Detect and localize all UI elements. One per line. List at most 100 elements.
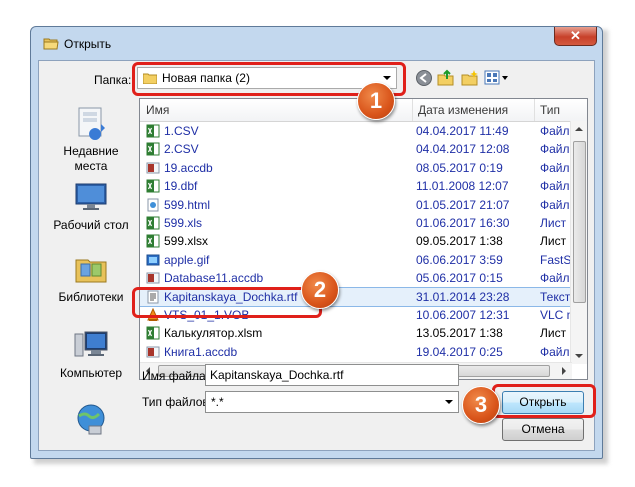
filetype-label: Тип файлов: xyxy=(142,395,213,409)
place-desktop[interactable]: Рабочий стол xyxy=(46,180,136,233)
file-date: 19.04.2017 0:25 xyxy=(416,344,503,359)
window-title: Открыть xyxy=(64,37,112,51)
place-label: Недавние места xyxy=(63,144,119,173)
access-icon xyxy=(146,161,160,175)
file-row[interactable]: 599.xlsx 09.05.2017 1:38 Лист M xyxy=(140,232,572,250)
step-badge-2: 2 xyxy=(301,271,339,309)
file-type: Файл ' xyxy=(540,160,572,175)
file-date: 01.06.2017 16:30 xyxy=(416,215,510,230)
excel-icon xyxy=(146,179,160,193)
excel-icon xyxy=(146,216,160,230)
file-name: Книга1.accdb xyxy=(164,344,238,359)
filetype-value: *.* xyxy=(211,395,224,409)
file-type: Файл M xyxy=(540,124,572,138)
file-list: Имя Дата изменения Тип 1.CSV 04.04.2017 1… xyxy=(139,98,588,380)
recent-places-icon xyxy=(78,107,105,140)
file-row[interactable]: apple.gif 06.06.2017 3:59 FastSto xyxy=(140,251,572,269)
step-badge-3: 3 xyxy=(462,386,500,424)
folder-label: Папка: xyxy=(94,73,132,87)
scroll-up-icon[interactable] xyxy=(575,127,583,131)
access-icon xyxy=(146,345,160,359)
file-type: Файл M xyxy=(540,142,572,157)
place-label: Библиотеки xyxy=(58,290,124,304)
access-icon xyxy=(146,271,160,285)
column-type[interactable]: Тип xyxy=(540,103,560,117)
file-row[interactable]: Книга1.accdb 19.04.2017 0:25 Файл ' xyxy=(140,343,572,361)
folder-open-icon xyxy=(43,38,59,50)
file-row[interactable]: 19.dbf 11.01.2008 12:07 Файл ' xyxy=(140,177,572,195)
file-date: 11.01.2008 12:07 xyxy=(416,179,509,194)
file-type: Файл ' xyxy=(540,197,572,212)
file-row[interactable]: Database11.accdb 05.06.2017 0:15 Файл ' xyxy=(140,269,572,287)
place-recent[interactable]: Недавние места xyxy=(46,106,136,174)
file-date: 06.06.2017 3:59 xyxy=(416,252,503,267)
file-rows: 1.CSV 04.04.2017 11:49 Файл M 2.CSV 04.04.20… xyxy=(140,122,573,361)
file-type: VLC m xyxy=(540,307,572,322)
title-bar[interactable]: Открыть ✕ xyxy=(31,27,602,61)
back-icon[interactable] xyxy=(415,69,433,87)
image-icon xyxy=(146,253,160,267)
file-date: 09.05.2017 1:38 xyxy=(416,234,503,249)
html-icon xyxy=(146,198,160,212)
file-row[interactable]: 2.CSV 04.04.2017 12:08 Файл M xyxy=(140,140,572,158)
cancel-button[interactable]: Отмена xyxy=(502,418,584,441)
file-type: Текст I xyxy=(540,289,572,304)
scroll-right-icon[interactable] xyxy=(562,367,566,375)
place-network[interactable] xyxy=(46,402,136,440)
desktop-icon xyxy=(75,183,107,210)
place-label: Компьютер xyxy=(59,366,123,380)
highlight-open-button xyxy=(492,384,596,418)
libraries-icon xyxy=(75,259,107,283)
file-type: Файл ' xyxy=(540,271,572,286)
file-type: FastSto xyxy=(540,252,572,267)
up-folder-icon[interactable] xyxy=(437,69,455,87)
file-name: Database11.accdb xyxy=(164,271,264,286)
file-name: 19.accdb xyxy=(164,160,213,175)
place-libraries[interactable]: Библиотеки xyxy=(46,252,136,305)
network-icon xyxy=(77,404,105,435)
file-type: Лист M xyxy=(540,215,572,230)
chevron-down-icon[interactable] xyxy=(445,400,453,404)
scroll-thumb[interactable] xyxy=(573,141,586,303)
file-name: 599.xls xyxy=(164,215,203,230)
file-date: 04.04.2017 12:08 xyxy=(416,142,510,157)
computer-icon xyxy=(74,331,108,357)
file-row[interactable]: 599.xls 01.06.2017 16:30 Лист M xyxy=(140,214,572,232)
excel-icon xyxy=(146,124,160,138)
new-folder-icon[interactable] xyxy=(461,69,479,87)
column-date[interactable]: Дата изменения xyxy=(418,103,508,117)
view-menu-icon[interactable] xyxy=(484,69,510,87)
close-button[interactable]: ✕ xyxy=(554,27,597,46)
file-date: 04.04.2017 11:49 xyxy=(416,124,509,138)
file-row[interactable]: Калькулятор.xlsm 13.05.2017 1:38 Лист M xyxy=(140,324,572,342)
scroll-down-icon[interactable] xyxy=(575,354,583,358)
file-name: Калькулятор.xlsm xyxy=(164,326,263,341)
column-name[interactable]: Имя xyxy=(146,103,169,117)
file-name: apple.gif xyxy=(164,252,210,267)
file-date: 01.05.2017 21:07 xyxy=(416,197,510,212)
file-date: 05.06.2017 0:15 xyxy=(416,271,503,286)
file-type: Лист M xyxy=(540,326,572,341)
file-name: 2.CSV xyxy=(164,142,199,157)
excel-icon xyxy=(146,234,160,248)
file-type: Лист M xyxy=(540,234,572,249)
place-computer[interactable]: Компьютер xyxy=(46,328,136,381)
file-date: 31.01.2014 23:28 xyxy=(416,289,510,304)
file-date: 08.05.2017 0:19 xyxy=(416,160,503,175)
file-row[interactable]: 599.html 01.05.2017 21:07 Файл ' xyxy=(140,196,572,214)
excel-icon xyxy=(146,326,160,340)
filename-input[interactable] xyxy=(205,364,459,386)
file-name: 1.CSV xyxy=(164,124,199,138)
file-date: 13.05.2017 1:38 xyxy=(416,326,503,341)
file-type: Файл ' xyxy=(540,344,572,359)
step-badge-1: 1 xyxy=(357,82,395,120)
filename-label: Имя файла: xyxy=(142,369,209,383)
file-name: 599.html xyxy=(164,197,211,212)
file-type: Файл ' xyxy=(540,179,572,194)
file-name: 599.xlsx xyxy=(164,234,209,249)
filetype-combo[interactable]: *.* xyxy=(205,391,459,413)
file-row[interactable]: 1.CSV 04.04.2017 11:49 Файл M xyxy=(140,122,572,140)
excel-icon xyxy=(146,142,160,156)
vertical-scrollbar[interactable] xyxy=(570,121,587,364)
file-row[interactable]: 19.accdb 08.05.2017 0:19 Файл ' xyxy=(140,159,572,177)
